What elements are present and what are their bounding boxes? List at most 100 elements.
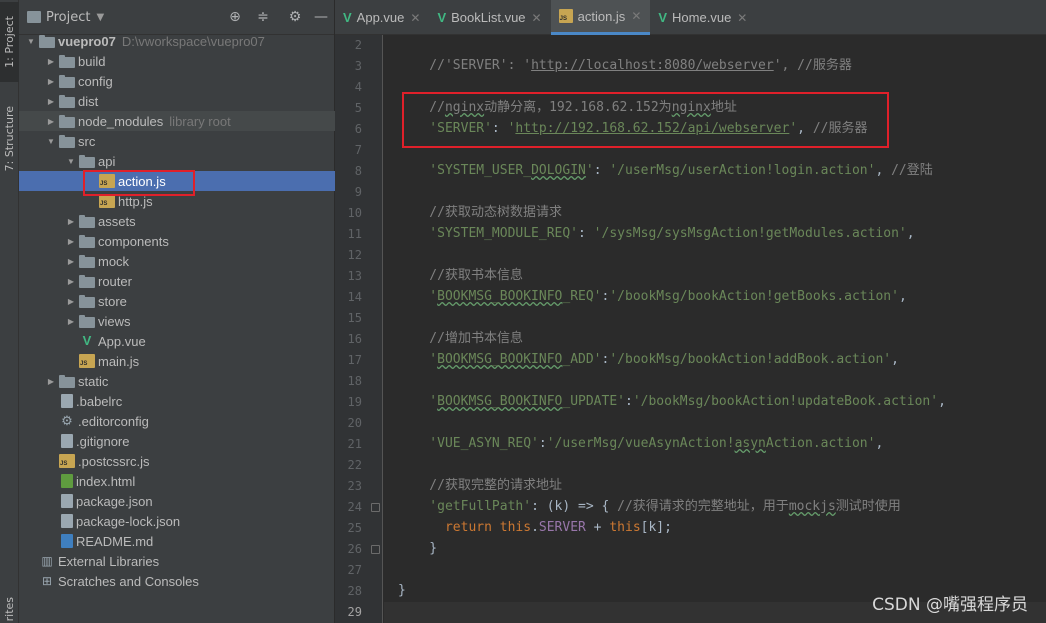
markdown-file-icon (61, 534, 73, 548)
code-token: return (398, 520, 500, 535)
fold-marker-icon[interactable] (371, 503, 380, 512)
folder-icon (59, 74, 75, 88)
vue-icon: V (343, 10, 352, 25)
file-icon (61, 434, 73, 448)
chevron-right-icon[interactable]: ▶ (45, 57, 57, 66)
chevron-right-icon[interactable]: ▶ (65, 257, 77, 266)
tab-app-vue[interactable]: V App.vue ✕ (335, 0, 429, 35)
code-line: return this.SERVER + this[k]; (398, 518, 672, 538)
locate-target-icon[interactable]: ⊕ (227, 9, 243, 25)
tree-item-external-libraries[interactable]: ▥ External Libraries (19, 551, 335, 571)
structure-tool-tab[interactable]: 7: Structure (0, 96, 19, 182)
fold-marker-icon[interactable] (371, 545, 380, 554)
tree-item-router[interactable]: ▶ router (19, 271, 335, 291)
tree-item-index-html[interactable]: index.html (19, 471, 335, 491)
html-file-icon (61, 474, 73, 488)
tree-item-readme-md[interactable]: README.md (19, 531, 335, 551)
code-token: Action.action' (765, 436, 876, 451)
tree-item-scratches-and-consoles[interactable]: ⊞ Scratches and Consoles (19, 571, 335, 591)
tree-item-label: index.html (76, 473, 136, 489)
close-icon[interactable]: ✕ (410, 11, 420, 25)
code-token: '/sysMsg/sysMsgAction!getModules.action' (593, 226, 907, 241)
collapse-all-icon[interactable]: ≑ (255, 9, 271, 25)
folder-icon (79, 234, 95, 248)
tree-item-store[interactable]: ▶ store (19, 291, 335, 311)
project-panel-title[interactable]: Project (46, 10, 90, 25)
chevron-right-icon[interactable]: ▶ (65, 277, 77, 286)
tab-label: App.vue (356, 10, 405, 25)
chevron-right-icon[interactable]: ▶ (45, 377, 57, 386)
tree-item-static[interactable]: ▶ static (19, 371, 335, 391)
line-number: 12 (347, 248, 362, 262)
tree-item-vuepro07[interactable]: ▼ vuepro07 D:\vworkspace\vuepro07 (19, 31, 335, 51)
line-number: 9 (354, 185, 362, 199)
tree-item-editorconfig[interactable]: ⚙ .editorconfig (19, 411, 335, 431)
project-panel-header: Project ▼ ⊕ ≑ ⚙ — (19, 0, 334, 35)
folder-icon (59, 114, 75, 128)
tree-item-build[interactable]: ▶ build (19, 51, 335, 71)
chevron-right-icon[interactable]: ▶ (65, 217, 77, 226)
tree-item-app-vue[interactable]: V App.vue (19, 331, 335, 351)
line-number: 7 (354, 143, 362, 157)
chevron-down-icon[interactable]: ▼ (65, 157, 77, 166)
tree-item-annotation: library root (169, 113, 231, 129)
line-number: 26 (347, 542, 362, 556)
favorites-tool-tab[interactable]: rites (0, 596, 19, 623)
tree-item-package-json[interactable]: package.json (19, 491, 335, 511)
code-token: : (625, 394, 633, 409)
chevron-down-icon[interactable]: ▼ (96, 12, 104, 23)
line-number: 2 (354, 38, 362, 52)
code-token: '/bookMsg/bookAction!addBook.action' (609, 352, 892, 367)
tab-label: Home.vue (672, 10, 732, 25)
tree-item-label: assets (98, 213, 136, 229)
chevron-down-icon[interactable]: ▼ (25, 37, 37, 46)
chevron-right-icon[interactable]: ▶ (65, 317, 77, 326)
chevron-right-icon[interactable]: ▶ (45, 117, 57, 126)
tree-item-assets[interactable]: ▶ assets (19, 211, 335, 231)
project-tool-tab[interactable]: 1: Project (0, 2, 19, 82)
tab-action-js[interactable]: action.js ✕ (550, 0, 651, 35)
code-token: //获取完整的请求地址 (398, 478, 562, 493)
project-tree: ▼ vuepro07 D:\vworkspace\vuepro07 ▶ build ▶ co… (19, 31, 335, 591)
tree-item-views[interactable]: ▶ views (19, 311, 335, 331)
chevron-right-icon[interactable]: ▶ (65, 237, 77, 246)
code-token: 'SYSTEM_USER_ (398, 163, 532, 178)
line-number: 20 (347, 416, 362, 430)
line-number: 15 (347, 311, 362, 325)
tree-item-config[interactable]: ▶ config (19, 71, 335, 91)
chevron-right-icon[interactable]: ▶ (45, 97, 57, 106)
tree-item-label: node_modules (78, 113, 164, 129)
tree-item-main-js[interactable]: main.js (19, 351, 335, 371)
tree-item-api[interactable]: ▼ api (19, 151, 335, 171)
close-icon[interactable]: ✕ (737, 11, 747, 25)
tree-item-label: views (98, 313, 131, 329)
line-number: 24 (347, 500, 362, 514)
code-line: 'SYSTEM_USER_DOLOGIN': '/userMsg/userAct… (398, 161, 932, 181)
code-token: //'SERVER': ' (398, 58, 532, 73)
tree-item-babelrc[interactable]: .babelrc (19, 391, 335, 411)
code-token: //增加书本信息 (398, 331, 523, 346)
gear-icon[interactable]: ⚙ (287, 9, 303, 25)
folder-icon (79, 214, 95, 228)
scratches-icon: ⊞ (41, 574, 53, 588)
close-icon[interactable]: ✕ (532, 11, 542, 25)
line-number: 19 (347, 395, 362, 409)
tree-item-gitignore[interactable]: .gitignore (19, 431, 335, 451)
tree-item-postcssrc-js[interactable]: .postcssrc.js (19, 451, 335, 471)
close-icon[interactable]: ✕ (631, 9, 641, 23)
tree-item-components[interactable]: ▶ components (19, 231, 335, 251)
tab-booklist-vue[interactable]: V BookList.vue ✕ (429, 0, 550, 35)
file-icon (61, 514, 73, 528)
tree-item-mock[interactable]: ▶ mock (19, 251, 335, 271)
tree-item-node-modules[interactable]: ▶ node_modules library root (19, 111, 335, 131)
tab-home-vue[interactable]: V Home.vue ✕ (650, 0, 756, 35)
hide-panel-icon[interactable]: — (313, 9, 329, 25)
chevron-right-icon[interactable]: ▶ (65, 297, 77, 306)
tree-item-dist[interactable]: ▶ dist (19, 91, 335, 111)
tree-item-package-lock-json[interactable]: package-lock.json (19, 511, 335, 531)
chevron-down-icon[interactable]: ▼ (45, 137, 57, 146)
folder-icon (59, 54, 75, 68)
chevron-right-icon[interactable]: ▶ (45, 77, 57, 86)
code-token: '/bookMsg/bookAction!updateBook.action' (632, 394, 939, 409)
tree-item-src[interactable]: ▼ src (19, 131, 335, 151)
